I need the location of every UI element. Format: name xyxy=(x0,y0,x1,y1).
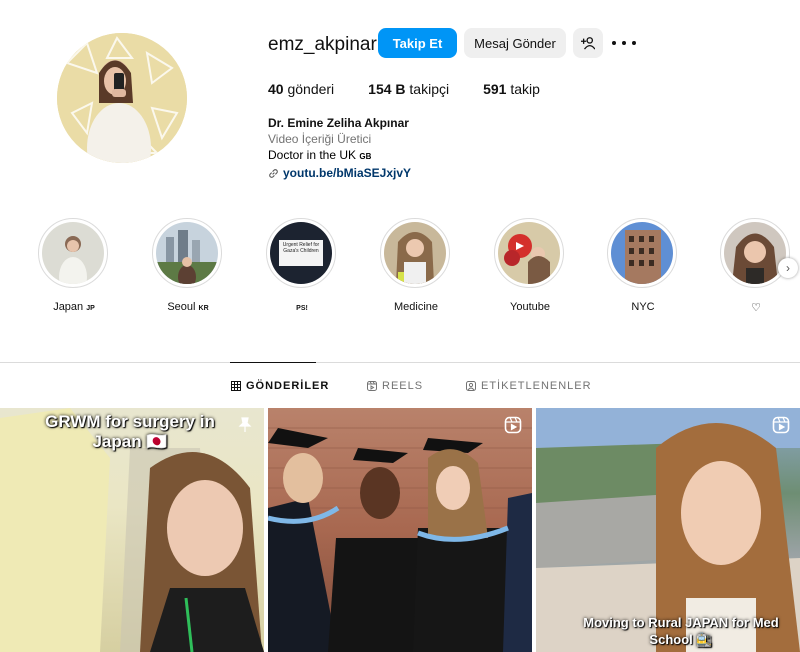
highlight-label-text: Japan xyxy=(53,301,84,313)
highlight-ring[interactable]: Urgent Relief for Gaza's Children xyxy=(266,218,336,288)
pin-icon xyxy=(238,417,252,432)
highlight-label-text: Medicine xyxy=(393,301,439,313)
highlight-flag: JP xyxy=(86,305,95,312)
bio-line: Doctor in the UK GB xyxy=(268,147,411,165)
tab-reels[interactable]: REELS xyxy=(367,380,423,392)
message-button[interactable]: Mesaj Gönder xyxy=(464,28,566,58)
post-thumbnail[interactable] xyxy=(268,408,532,652)
post-image xyxy=(268,427,532,652)
highlight-ring[interactable] xyxy=(152,218,222,288)
highlight-medicine[interactable]: Medicine xyxy=(380,218,452,313)
reel-icon xyxy=(772,416,790,434)
stat-following[interactable]: 591 takip xyxy=(483,81,540,97)
post-caption: Moving to Rural JAPAN for Med School 🚉 xyxy=(583,615,779,647)
profile-stats: 40 gönderi 154 B takipçi 591 takip xyxy=(268,81,574,97)
highlight-label: PS! xyxy=(266,301,338,313)
reel-icon xyxy=(504,416,522,434)
highlight-label-text: ♡ xyxy=(751,302,761,314)
profile-bio: Dr. Emine Zeliha Akpınar Video İçeriği Ü… xyxy=(268,115,411,181)
bio-link-text: youtu.be/bMiaSEJxjvY xyxy=(283,166,412,180)
stat-following-label: takip xyxy=(510,81,540,97)
bio-category: Video İçeriği Üretici xyxy=(268,132,372,146)
tagged-icon xyxy=(466,381,476,391)
story-highlights: Japan JP Seoul KR Urgent Relief for Gaza… xyxy=(0,218,800,318)
grid-icon xyxy=(231,381,241,391)
highlight-label: Seoul KR xyxy=(152,301,224,313)
profile-avatar[interactable] xyxy=(57,33,187,163)
highlight-ps[interactable]: Urgent Relief for Gaza's Children PS! xyxy=(266,218,338,313)
highlight-nyc[interactable]: NYC xyxy=(607,218,679,313)
stat-followers[interactable]: 154 B takipçi xyxy=(368,81,449,97)
highlight-flag: PS! xyxy=(296,305,308,312)
highlight-label: NYC xyxy=(607,301,679,313)
stat-posts-count: 40 xyxy=(268,81,284,97)
post-thumbnail[interactable]: Moving to Rural JAPAN for Med School 🚉 xyxy=(536,408,800,652)
tab-posts-label: GÖNDERİLER xyxy=(246,380,330,392)
more-options-icon[interactable] xyxy=(612,33,636,53)
highlight-label: ♡ xyxy=(720,301,792,314)
bio-name: Dr. Emine Zeliha Akpınar xyxy=(268,116,409,130)
reels-icon xyxy=(367,381,377,391)
stat-followers-count: 154 B xyxy=(368,81,406,97)
highlight-ring[interactable] xyxy=(720,218,790,288)
post-caption-text: GRWM for surgery in Japan xyxy=(45,412,215,451)
active-tab-indicator xyxy=(230,362,316,363)
highlight-label-text: Seoul xyxy=(167,301,196,313)
highlight-japan[interactable]: Japan JP xyxy=(38,218,110,313)
highlights-next-button[interactable]: › xyxy=(778,258,798,278)
bio-flag: GB xyxy=(359,152,372,161)
stat-following-count: 591 xyxy=(483,81,507,97)
tab-posts[interactable]: GÖNDERİLER xyxy=(231,380,329,392)
suggest-user-button[interactable] xyxy=(573,28,603,58)
follow-button[interactable]: Takip Et xyxy=(378,28,457,58)
stat-posts[interactable]: 40 gönderi xyxy=(268,81,334,97)
tab-tagged[interactable]: ETİKETLENENLER xyxy=(466,380,592,392)
highlight-ring[interactable] xyxy=(38,218,108,288)
highlight-label-text: NYC xyxy=(631,301,655,313)
highlight-label: Medicine xyxy=(380,301,452,313)
highlight-label: Japan JP xyxy=(38,301,110,313)
highlight-flag: KR xyxy=(198,305,209,312)
tab-tagged-label: ETİKETLENENLER xyxy=(481,380,592,392)
highlight-ring[interactable] xyxy=(607,218,677,288)
post-thumbnail[interactable]: GRWM for surgery in Japan 🇯🇵 xyxy=(0,408,264,652)
add-user-icon xyxy=(581,37,595,50)
bio-link[interactable]: youtu.be/bMiaSEJxjvY xyxy=(268,165,411,181)
link-icon xyxy=(269,168,278,178)
highlight-seoul[interactable]: Seoul KR xyxy=(152,218,224,313)
stat-posts-label: gönderi xyxy=(287,81,335,97)
post-caption: GRWM for surgery in Japan 🇯🇵 xyxy=(30,412,230,452)
highlight-ring[interactable] xyxy=(494,218,564,288)
highlight-label-text: Youtube xyxy=(510,301,550,313)
stat-followers-label: takipçi xyxy=(409,81,450,97)
profile-username: emz_akpinar xyxy=(268,34,377,55)
chevron-right-icon: › xyxy=(786,261,790,275)
bio-line-text: Doctor in the UK xyxy=(268,148,357,162)
highlight-ring[interactable] xyxy=(380,218,450,288)
post-caption-flag: 🇯🇵 xyxy=(146,432,168,451)
highlight-inner-card: Urgent Relief for Gaza's Children xyxy=(279,240,323,266)
tabs-divider xyxy=(0,362,800,363)
tab-reels-label: REELS xyxy=(382,380,424,392)
highlight-youtube[interactable]: Youtube xyxy=(494,218,566,313)
highlight-label: Youtube xyxy=(494,301,566,313)
